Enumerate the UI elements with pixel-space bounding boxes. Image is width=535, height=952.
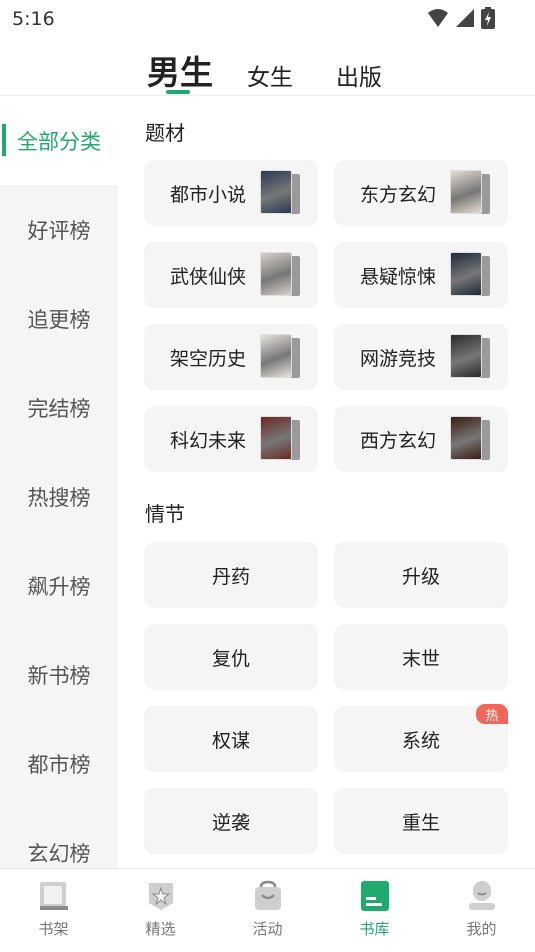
status-time: 5:16 — [12, 8, 55, 30]
book-cover-image — [260, 334, 300, 380]
active-tab-indicator — [166, 90, 190, 94]
plot-card-revenge[interactable]: 复仇 — [144, 624, 318, 690]
category-card-history[interactable]: 架空历史 — [144, 324, 318, 390]
nav-label: 精选 — [145, 920, 176, 938]
nav-label: 我的 — [466, 920, 497, 938]
category-card-gaming[interactable]: 网游竞技 — [334, 324, 508, 390]
sidebar-item-label: 全部分类 — [17, 129, 101, 154]
sidebar: 全部分类 好评榜 追更榜 完结榜 热搜榜 飙升榜 新书榜 都市榜 玄幻榜 — [0, 96, 118, 868]
category-label: 悬疑惊悚 — [360, 265, 437, 288]
sidebar-item-label: 玄幻榜 — [27, 841, 91, 866]
activity-icon — [255, 880, 281, 910]
sidebar-item-label: 好评榜 — [27, 218, 91, 243]
nav-label: 书架 — [38, 920, 69, 938]
status-bar: 5:16 — [0, 0, 535, 36]
category-content: 题材 都市小说 东方玄幻 武侠仙侠 悬疑惊悚 架空历史 网游竞技 科幻未来 西方… — [118, 96, 535, 868]
sidebar-item-label: 热搜榜 — [27, 485, 91, 510]
bottom-nav: 书架 精选 活动 书库 我的 — [0, 868, 535, 951]
sidebar-item-rising[interactable]: 飙升榜 — [0, 541, 118, 630]
sidebar-item-label: 追更榜 — [27, 307, 91, 332]
plot-label: 升级 — [401, 565, 440, 588]
plot-label: 丹药 — [211, 565, 250, 588]
sidebar-item-label: 都市榜 — [27, 752, 91, 777]
nav-activity[interactable]: 活动 — [214, 869, 321, 952]
bookshelf-icon — [40, 882, 68, 910]
category-card-wuxia[interactable]: 武侠仙侠 — [144, 242, 318, 308]
sidebar-item-new-books[interactable]: 新书榜 — [0, 630, 118, 719]
sidebar-item-fantasy[interactable]: 玄幻榜 — [0, 808, 118, 868]
hot-badge: 热 — [476, 704, 508, 724]
plot-card-counterattack[interactable]: 逆袭 — [144, 788, 318, 854]
plot-label: 逆袭 — [211, 811, 250, 834]
section-title-theme: 题材 — [145, 121, 185, 145]
sidebar-item-label: 飙升榜 — [27, 574, 91, 599]
category-card-eastern-fantasy[interactable]: 东方玄幻 — [334, 160, 508, 226]
category-label: 东方玄幻 — [360, 183, 437, 206]
battery-icon — [481, 7, 495, 29]
plot-card-level-up[interactable]: 升级 — [334, 542, 508, 608]
book-cover-image — [260, 252, 300, 298]
plot-card-apocalypse[interactable]: 末世 — [334, 624, 508, 690]
book-cover-image — [450, 416, 490, 462]
book-cover-image — [450, 252, 490, 298]
book-cover-image — [450, 334, 490, 380]
category-label: 架空历史 — [170, 347, 247, 370]
plot-card-elixir[interactable]: 丹药 — [144, 542, 318, 608]
plot-label: 末世 — [401, 647, 440, 670]
tab-female[interactable]: 女生 — [247, 58, 293, 92]
category-card-western-fantasy[interactable]: 西方玄幻 — [334, 406, 508, 472]
nav-library[interactable]: 书库 — [321, 869, 428, 952]
tab-publish[interactable]: 出版 — [336, 58, 382, 92]
plot-label: 复仇 — [211, 647, 250, 670]
tab-male[interactable]: 男生 — [147, 46, 213, 94]
library-icon — [361, 881, 389, 911]
plot-label: 系统 — [401, 729, 440, 752]
book-cover-image — [260, 416, 300, 462]
category-label: 科幻未来 — [170, 429, 247, 452]
sidebar-active-marker — [2, 124, 6, 156]
nav-bookshelf[interactable]: 书架 — [0, 869, 107, 952]
wifi-icon — [428, 9, 448, 27]
sidebar-item-completed[interactable]: 完结榜 — [0, 363, 118, 452]
status-icons — [427, 7, 495, 29]
sidebar-item-label: 完结榜 — [27, 396, 91, 421]
header: 男生 女生 出版 — [0, 36, 535, 96]
nav-profile[interactable]: 我的 — [428, 869, 535, 952]
category-card-urban[interactable]: 都市小说 — [144, 160, 318, 226]
sidebar-item-hot-search[interactable]: 热搜榜 — [0, 452, 118, 541]
section-title-plot: 情节 — [145, 502, 185, 526]
plot-card-rebirth[interactable]: 重生 — [334, 788, 508, 854]
book-cover-image — [260, 170, 300, 216]
category-label: 武侠仙侠 — [170, 265, 247, 288]
featured-icon — [149, 883, 173, 910]
sidebar-item-follow[interactable]: 追更榜 — [0, 274, 118, 363]
sidebar-item-top-rated[interactable]: 好评榜 — [0, 185, 118, 274]
signal-icon — [456, 9, 474, 27]
category-label: 西方玄幻 — [360, 429, 437, 452]
plot-label: 权谋 — [211, 729, 250, 752]
nav-label: 书库 — [359, 920, 390, 938]
book-cover-image — [450, 170, 490, 216]
sidebar-item-all-categories[interactable]: 全部分类 — [0, 96, 118, 185]
nav-featured[interactable]: 精选 — [107, 869, 214, 952]
category-label: 网游竞技 — [360, 347, 437, 370]
profile-icon — [469, 881, 495, 910]
sidebar-item-label: 新书榜 — [27, 663, 91, 688]
category-label: 都市小说 — [170, 183, 247, 206]
category-card-suspense[interactable]: 悬疑惊悚 — [334, 242, 508, 308]
plot-card-system[interactable]: 系统 热 — [334, 704, 508, 772]
plot-label: 重生 — [401, 811, 440, 834]
nav-label: 活动 — [252, 920, 283, 938]
sidebar-item-urban[interactable]: 都市榜 — [0, 719, 118, 808]
category-card-scifi[interactable]: 科幻未来 — [144, 406, 318, 472]
plot-card-intrigue[interactable]: 权谋 — [144, 706, 318, 772]
